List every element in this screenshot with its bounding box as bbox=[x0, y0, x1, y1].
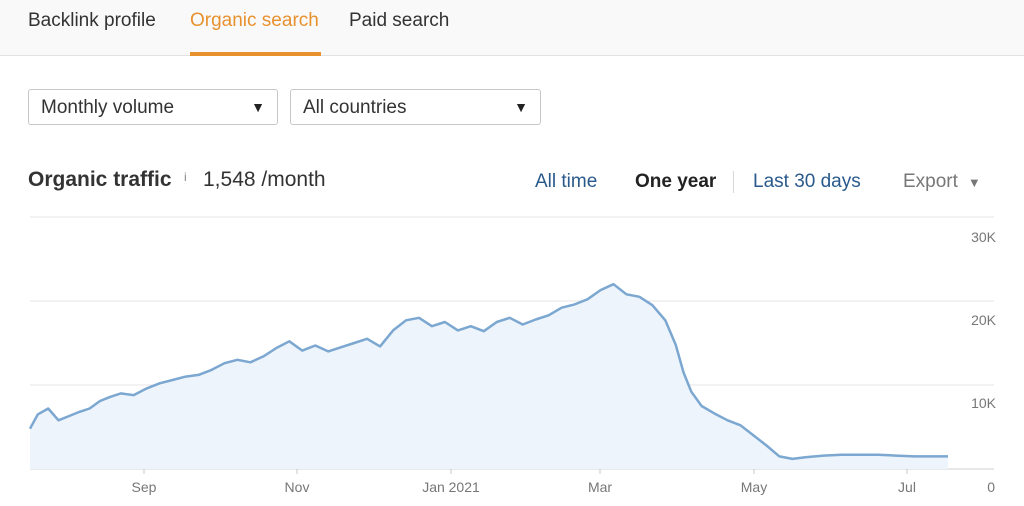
y-tick-label: 20K bbox=[971, 312, 997, 328]
x-tick-label: May bbox=[741, 479, 767, 495]
x-tick-label: Jan 2021 bbox=[422, 479, 480, 495]
x-tick-label: Nov bbox=[285, 479, 310, 495]
x-tick-label: Jul bbox=[898, 479, 916, 495]
x-tick-label: Mar bbox=[588, 479, 612, 495]
y-tick-label: 10K bbox=[971, 395, 997, 411]
y-tick-label: 30K bbox=[971, 229, 997, 245]
traffic-area bbox=[30, 284, 948, 469]
y-tick-label: 0 bbox=[987, 479, 995, 495]
organic-traffic-chart: 30K 20K 10K 0 Sep Nov Jan 2021 Mar May Jul bbox=[28, 216, 997, 495]
x-tick-label: Sep bbox=[132, 479, 157, 495]
